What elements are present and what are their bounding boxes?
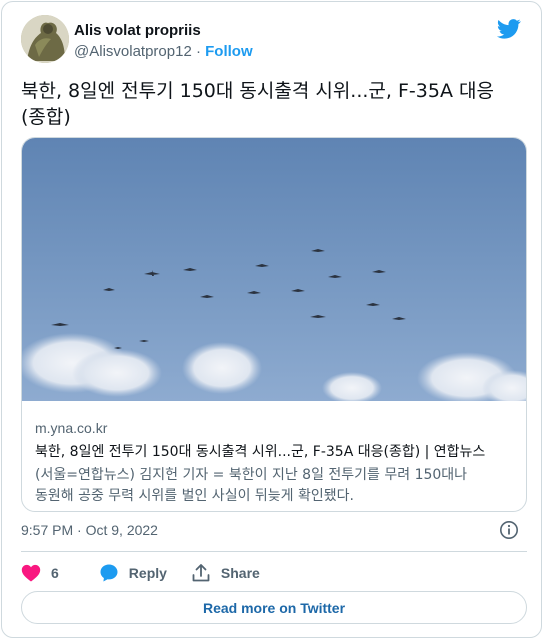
tweet-embed-card: Alis volat propriis @Alisvolatprop12 · F… bbox=[1, 1, 542, 638]
like-button[interactable]: 6 bbox=[21, 564, 59, 582]
link-description-line-2: 동원해 공중 무력 시위를 벌인 사실이 뒤늦게 확인됐다. bbox=[35, 488, 354, 504]
link-title: 북한, 8일엔 전투기 150대 동시출격 시위...군, F-35A 대응(종… bbox=[35, 444, 486, 460]
avatar-image bbox=[21, 15, 69, 63]
avatar[interactable] bbox=[21, 15, 69, 63]
info-icon[interactable] bbox=[499, 520, 519, 540]
tweet-timestamp[interactable]: 9:57 PM · Oct 9, 2022 bbox=[21, 522, 158, 538]
divider bbox=[21, 551, 527, 552]
author-handle[interactable]: @Alisvolatprop12 bbox=[74, 43, 192, 60]
reply-button[interactable]: Reply bbox=[99, 563, 167, 583]
tweet-text-line-1: 북한, 8일엔 전투기 150대 동시출격 시위...군, F-35A 대응 bbox=[21, 80, 494, 102]
reply-label: Reply bbox=[128, 565, 167, 581]
tweet-text: 북한, 8일엔 전투기 150대 동시출격 시위...군, F-35A 대응 (… bbox=[21, 78, 526, 130]
link-preview-card[interactable]: m.yna.co.kr 북한, 8일엔 전투기 150대 동시출격 시위...군… bbox=[21, 137, 527, 512]
link-preview-meta: m.yna.co.kr 북한, 8일엔 전투기 150대 동시출격 시위...군… bbox=[35, 420, 515, 507]
author-display-name[interactable]: Alis volat propriis bbox=[74, 22, 201, 39]
link-preview-image bbox=[22, 138, 526, 401]
separator-dot: · bbox=[195, 43, 201, 60]
author-handle-row: @Alisvolatprop12 · Follow bbox=[74, 43, 253, 60]
like-count: 6 bbox=[51, 565, 59, 581]
link-domain: m.yna.co.kr bbox=[35, 420, 108, 436]
reply-bubble-icon bbox=[100, 564, 118, 582]
read-more-label: Read more on Twitter bbox=[202, 599, 346, 616]
share-button[interactable]: Share bbox=[191, 563, 260, 583]
heart-icon bbox=[21, 564, 41, 582]
twitter-bird-icon[interactable] bbox=[497, 18, 521, 40]
share-icon bbox=[192, 564, 210, 582]
read-more-button[interactable]: Read more on Twitter bbox=[21, 591, 527, 624]
share-label: Share bbox=[220, 565, 260, 581]
link-description: (서울=연합뉴스) 김지헌 기자 = 북한이 지난 8일 전투기를 무려 150… bbox=[35, 465, 515, 507]
action-bar: 6 Reply Share bbox=[21, 558, 284, 588]
follow-button[interactable]: Follow bbox=[205, 43, 253, 60]
tweet-text-line-2: (종합) bbox=[21, 106, 71, 128]
link-description-line-1: (서울=연합뉴스) 김지헌 기자 = 북한이 지난 8일 전투기를 무려 150… bbox=[35, 467, 468, 483]
